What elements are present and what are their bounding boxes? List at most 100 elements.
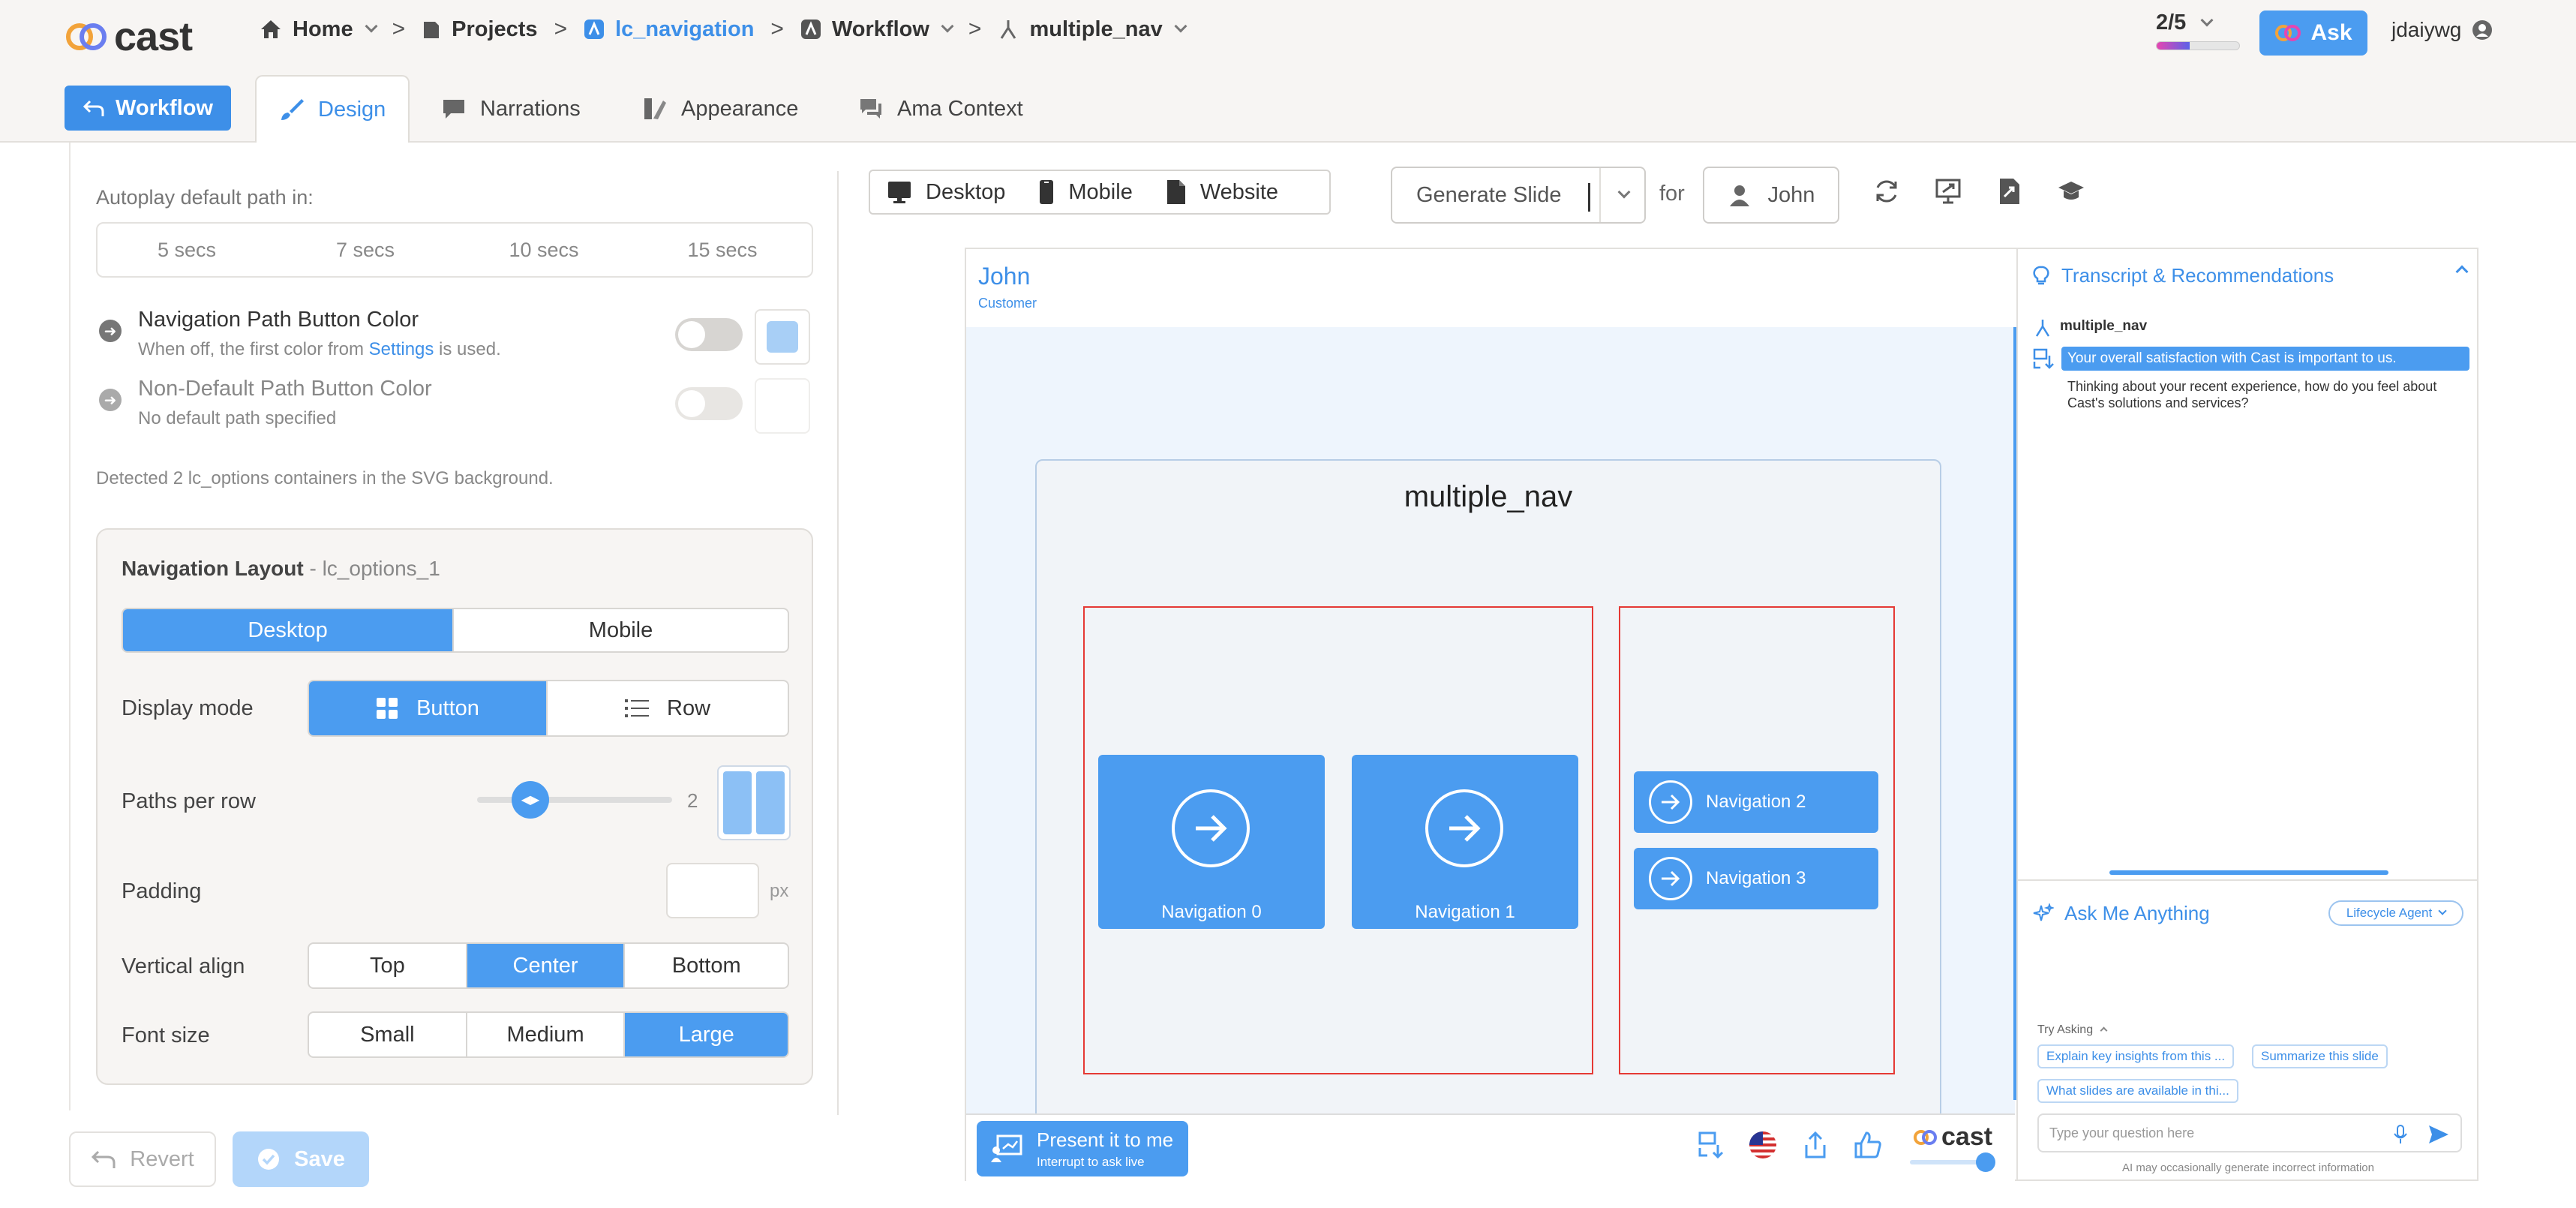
tab-ama-context[interactable]: Ama Context [858,75,1023,143]
autoplay-option[interactable]: 5 secs [98,224,276,276]
breadcrumb-node[interactable]: multiple_nav [998,17,1187,42]
nav-path-color-swatch[interactable] [755,309,810,365]
suggestion-chip[interactable]: Explain key insights from this ... [2037,1044,2235,1068]
device-tab-desktop-label: Desktop [926,179,1006,204]
user-menu[interactable]: jdaiywg [2391,18,2493,42]
preview-column [723,771,752,834]
viewer-name: John [978,263,1031,290]
fontsize-option-large[interactable]: Large [625,1013,788,1056]
autoplay-option[interactable]: 10 secs [455,224,633,276]
ask-button[interactable]: Ask [2259,11,2367,56]
nav-path-color-toggle[interactable] [675,318,743,351]
document-icon [1166,180,1185,204]
app-root: cast Home > Projects > lc_navigation > W… [0,0,2576,1208]
paths-per-row-label: Paths per row [122,789,256,813]
microphone-icon[interactable] [2393,1124,2408,1145]
refresh-icon[interactable] [1872,177,1901,206]
settings-link[interactable]: Settings [369,339,434,359]
nondefault-color-sub: No default path specified [138,408,337,428]
valign-option-center[interactable]: Center [467,944,626,987]
preview-column [756,771,785,834]
vertical-align-label: Vertical align [122,954,245,978]
panel-divider[interactable] [837,171,839,1115]
present-screen-icon[interactable] [1934,177,1962,206]
agent-select-label: Lifecycle Agent [2346,906,2433,920]
generate-dropdown-toggle[interactable] [1599,168,1644,222]
display-option-row[interactable]: Row [548,681,788,735]
phone-icon [1040,180,1054,204]
device-tab-desktop[interactable]: Desktop [887,179,1005,205]
display-option-button-label: Button [416,696,479,720]
breadcrumb-home[interactable]: Home [260,17,378,42]
tab-design[interactable]: Design [255,75,410,143]
volume-slider[interactable] [1910,1152,1995,1172]
try-asking-label[interactable]: Try Asking [2037,1023,2107,1037]
cast-brand: cast [1913,1122,1992,1152]
autoplay-option[interactable]: 15 secs [633,224,812,276]
progress-counter[interactable]: 2/5 [2156,11,2241,50]
cast-logo[interactable]: cast [65,14,193,60]
horizontal-scrollbar[interactable] [2109,870,2388,875]
share-icon[interactable] [1800,1130,1830,1160]
font-size-toggle: Small Medium Large [308,1011,789,1058]
slider-handle-icon[interactable] [1976,1152,1995,1172]
valign-option-bottom[interactable]: Bottom [625,944,788,987]
suggestion-chip[interactable]: What slides are available in thi... [2037,1079,2238,1103]
agent-select[interactable]: Lifecycle Agent [2328,900,2463,926]
valign-option-top[interactable]: Top [309,944,467,987]
suggestion-chip[interactable]: Summarize this slide [2252,1044,2388,1068]
slider-handle-icon[interactable]: ◀▶ [512,781,549,819]
thumbs-up-icon[interactable] [1853,1130,1883,1160]
for-label: for [1659,182,1685,206]
nav-button[interactable]: Navigation 1 [1352,755,1578,929]
breadcrumb-node-label: multiple_nav [1029,17,1163,41]
autoplay-option[interactable]: 7 secs [276,224,455,276]
us-flag-icon[interactable] [1748,1130,1778,1160]
breadcrumb-workflow[interactable]: Workflow [800,17,954,42]
folder-icon [424,22,440,38]
nondefault-color-swatch[interactable] [755,378,810,434]
workflow-back-button[interactable]: Workflow [65,86,231,131]
nav-button[interactable]: Navigation 0 [1098,755,1325,929]
send-icon[interactable] [2427,1124,2450,1145]
slide-download-icon[interactable] [1695,1130,1725,1160]
paths-per-row-slider[interactable]: ◀▶ [477,781,672,819]
cast-logo-icon [66,23,107,50]
fontsize-option-small[interactable]: Small [309,1013,467,1056]
transcript-header[interactable]: Transcript & Recommendations [2033,264,2469,287]
breadcrumb: Home > Projects > lc_navigation > Workfl… [260,17,1187,42]
paths-per-row-preview [717,765,791,840]
graduation-cap-icon[interactable] [2057,177,2085,206]
nav-row-button[interactable]: Navigation 3 [1634,848,1878,909]
device-tab-mobile[interactable]: Mobile [1038,179,1133,205]
question-input[interactable]: Type your question here [2037,1113,2462,1152]
breadcrumb-project[interactable]: lc_navigation [584,17,754,42]
chevron-down-icon [365,20,378,33]
branch-icon [2035,320,2050,337]
person-select[interactable]: John [1703,167,1839,224]
present-button[interactable]: Present it to me Interrupt to ask live [977,1121,1188,1176]
viewer-role: Customer [978,296,1037,311]
device-option-mobile[interactable]: Mobile [454,609,788,651]
revert-button[interactable]: Revert [69,1131,216,1187]
tab-narrations[interactable]: Narrations [441,75,581,143]
device-tab-website[interactable]: Website [1166,179,1278,205]
tab-appearance[interactable]: Appearance [642,75,798,143]
transcript-highlight: Your overall satisfaction with Cast is i… [2061,347,2469,371]
breadcrumb-projects[interactable]: Projects [422,17,538,42]
save-button[interactable]: Save [233,1131,369,1187]
device-option-desktop[interactable]: Desktop [123,609,455,651]
color-swatch-fill [767,321,798,353]
generate-slide-select[interactable]: Generate Slide [1391,167,1646,224]
transcript-message: Thinking about your recent experience, h… [2067,379,2437,410]
grid-icon [377,698,398,719]
chevron-up-icon[interactable] [2455,265,2469,278]
nondefault-color-toggle[interactable] [675,387,743,420]
fontsize-option-medium[interactable]: Medium [467,1013,626,1056]
padding-input[interactable] [666,863,759,918]
breadcrumb-separator-icon: > [554,17,568,41]
export-file-icon[interactable] [1995,177,2024,206]
autoplay-selector: 5 secs 7 secs 10 secs 15 secs [96,222,813,278]
nav-row-button[interactable]: Navigation 2 [1634,771,1878,833]
display-option-button[interactable]: Button [309,681,548,735]
